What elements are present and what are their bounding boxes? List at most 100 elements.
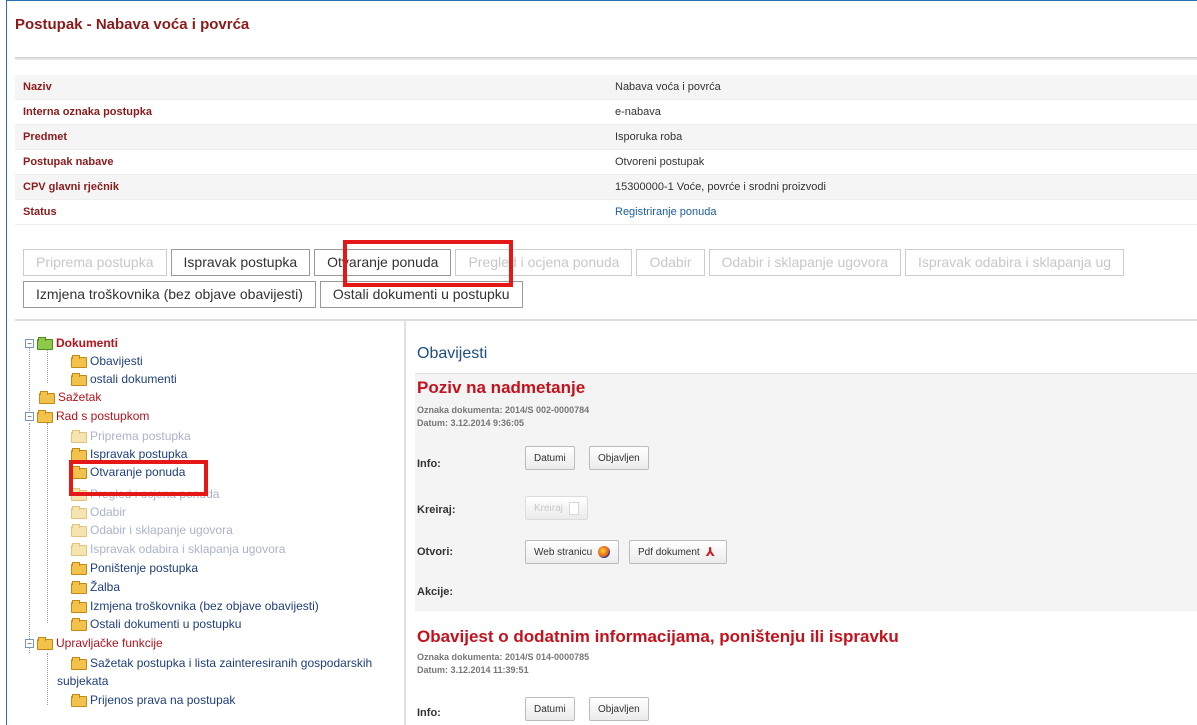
folder-icon [71,373,87,386]
tree-node-rad[interactable]: − Rad s postupkom [25,407,149,425]
tree-line [29,423,30,653]
tree-node-dokumenti[interactable]: − Dokumenti [25,334,118,352]
folder-icon [71,466,87,479]
notice-meta: Oznaka dokumenta: 2014/S 002-0000784 Dat… [417,404,589,430]
folder-icon [39,391,55,404]
info-key: Status [23,206,57,218]
doc-oznaka: Oznaka dokumenta: 2014/S 014-0000785 [417,652,590,662]
tree-node-ponistenje[interactable]: Poništenje postupka [71,559,198,577]
info-row-status: Status Registriranje ponuda [15,200,1197,225]
info-key: Interna oznaka postupka [23,106,152,118]
datumi-button[interactable]: Datumi [525,446,575,470]
info-label: Info: [417,707,441,719]
tree-node-sazetak-lista-cont[interactable]: subjekata [57,672,108,690]
page-title: Postupak - Nabava voća i povrća [15,16,250,33]
tab-otvaranje[interactable]: Otvaranje ponuda [314,249,452,276]
datumi-button[interactable]: Datumi [525,697,575,721]
folder-icon [71,430,87,443]
notice-section-2: Obavijest o dodatnim informacijama, poni… [415,625,1197,725]
tab-ispravak-odabira[interactable]: Ispravak odabira i sklapanja ug [905,249,1125,276]
info-value: 15300000-1 Voće, povrće i srodni proizvo… [615,181,826,193]
info-key: Postupak nabave [23,156,114,168]
info-label: Info: [417,458,441,470]
tab-ispravak[interactable]: Ispravak postupka [170,249,311,276]
folder-open-icon [37,637,53,650]
content-heading: Obavijesti [417,345,488,362]
tree-node-otvaranje[interactable]: Otvaranje ponuda [71,463,185,481]
app-frame: Postupak - Nabava voća i povrća Naziv Nab… [6,0,1197,725]
tab-pregled[interactable]: Pregled i ocjena ponuda [455,249,633,276]
content-panel: Obavijesti Poziv na nadmetanje Oznaka do… [407,321,1197,725]
tab-priprema[interactable]: Priprema postupka [23,249,167,276]
collapse-icon[interactable]: − [25,638,34,648]
doc-datum: Datum: 3.12.2014 11:39:51 [417,665,529,675]
folder-icon [71,600,87,613]
tree-node-izmjena[interactable]: Izmjena troškovnika (bez objave obavijes… [71,597,319,615]
folder-icon [71,618,87,631]
procedure-tabs: Priprema postupka Ispravak postupka Otva… [23,249,1197,313]
info-value: e-nabava [615,106,661,118]
info-value: Nabava voća i povrća [615,81,721,93]
notice-title: Obavijest o dodatnim informacijama, poni… [417,627,899,646]
pdf-dokument-button[interactable]: Pdf dokument ⅄ [629,540,727,564]
notice-meta: Oznaka dokumenta: 2014/S 014-0000785 Dat… [417,651,589,677]
folder-open-icon [37,337,53,350]
kreiraj-button[interactable]: Kreiraj [525,496,588,520]
doc-datum: Datum: 3.12.2014 9:36:05 [417,418,525,428]
otvori-label: Otvori: [417,546,454,558]
info-row-cpv: CPV glavni rječnik 15300000-1 Voće, povrć… [15,175,1197,200]
folder-icon [71,448,87,461]
info-table: Naziv Nabava voća i povrća Interna oznaka… [15,75,1197,225]
info-key: Naziv [23,81,52,93]
info-row-interna: Interna oznaka postupka e-nabava [15,100,1197,125]
tab-row-2: Izmjena troškovnika (bez objave obavijes… [23,281,1197,309]
tab-izmjena[interactable]: Izmjena troškovnika (bez objave obavijes… [23,281,316,308]
tree-node-prijenos[interactable]: Prijenos prava na postupak [71,691,235,709]
info-key: CPV glavni rječnik [23,181,119,193]
web-stranicu-button[interactable]: Web stranicu [525,540,620,564]
notice-title: Poziv na nadmetanje [417,378,586,397]
tree-node-odabir[interactable]: Odabir [71,503,126,521]
tree-node-ostali[interactable]: ostali dokumenti [71,370,177,388]
tab-odabir-sklapanje[interactable]: Odabir i sklapanje ugovora [708,249,902,276]
document-icon [568,501,579,515]
doc-oznaka: Oznaka dokumenta: 2014/S 002-0000784 [417,405,590,415]
info-value: Otvoreni postupak [615,156,705,168]
collapse-icon[interactable]: − [25,411,34,421]
folder-open-icon [37,410,53,423]
info-key: Predmet [23,131,68,143]
tree-node-priprema[interactable]: Priprema postupka [71,427,191,445]
tab-odabir[interactable]: Odabir [636,249,705,276]
tree-node-ispravak[interactable]: Ispravak postupka [71,445,187,463]
folder-icon [71,657,87,670]
folder-icon [71,581,87,594]
tab-ostali[interactable]: Ostali dokumenti u postupku [319,281,523,308]
objavljen-button[interactable]: Objavljen [589,446,649,470]
folder-icon [71,506,87,519]
folder-icon [71,355,87,368]
folder-icon [71,562,87,575]
folder-icon [71,543,87,556]
objavljen-button[interactable]: Objavljen [589,697,649,721]
tree-line [47,653,48,705]
info-row-postupak: Postupak nabave Otvoreni postupak [15,150,1197,175]
tree-node-sazetak[interactable]: Sažetak [39,388,101,406]
collapse-icon[interactable]: − [25,338,34,348]
status-link[interactable]: Registriranje ponuda [615,206,717,218]
info-value: Isporuka roba [615,131,683,143]
tree-node-ispravak-odabira[interactable]: Ispravak odabira i sklapanja ugovora [71,540,285,558]
document-tree: − Dokumenti Obavijesti ostali dokumenti S… [25,331,399,725]
tree-node-zalba[interactable]: Žalba [71,578,120,596]
tree-divider [404,321,406,725]
tree-node-pregled[interactable]: Pregled i ocjena ponuda [71,485,219,503]
firefox-icon [598,546,611,558]
tree-node-ostali-dok[interactable]: Ostali dokumenti u postupku [71,615,241,633]
tree-node-odabir-sklapanje[interactable]: Odabir i sklapanje ugovora [71,521,233,539]
pdf-icon: ⅄ [705,545,715,559]
akcije-label: Akcije: [417,586,454,598]
tree-node-sazetak-lista[interactable]: Sažetak postupka i lista zainteresiranih… [71,654,372,672]
info-row-predmet: Predmet Isporuka roba [15,125,1197,150]
tree-node-upravljacke[interactable]: − Upravljačke funkcije [25,634,163,652]
notice-section-1: Poziv na nadmetanje Oznaka dokumenta: 20… [415,373,1197,611]
tree-node-obavijesti[interactable]: Obavijesti [71,352,143,370]
